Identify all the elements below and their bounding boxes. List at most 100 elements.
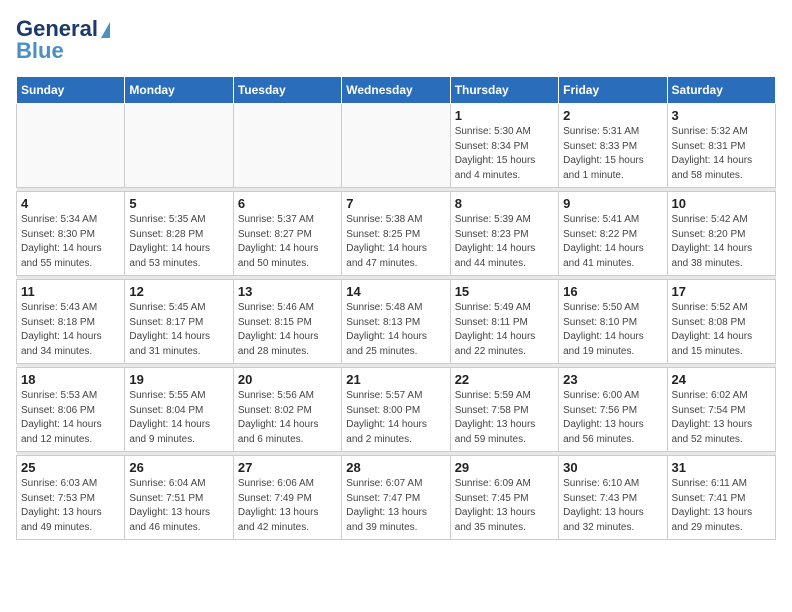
day-number: 28 (346, 460, 445, 475)
day-number: 7 (346, 196, 445, 211)
day-info: Sunrise: 5:55 AM Sunset: 8:04 PM Dayligh… (129, 389, 228, 447)
logo-triangle-icon (101, 22, 110, 38)
calendar-cell: 20 Sunrise: 5:56 AM Sunset: 8:02 PM Dayli… (233, 368, 341, 452)
day-info: Sunrise: 5:57 AM Sunset: 8:00 PM Dayligh… (346, 389, 445, 447)
day-number: 9 (563, 196, 662, 211)
calendar-cell: 26 Sunrise: 6:04 AM Sunset: 7:51 PM Dayli… (125, 456, 233, 540)
day-number: 11 (21, 284, 120, 299)
day-number: 25 (21, 460, 120, 475)
day-number: 3 (672, 108, 771, 123)
day-info: Sunrise: 5:38 AM Sunset: 8:25 PM Dayligh… (346, 213, 445, 271)
calendar-header-row: SundayMondayTuesdayWednesdayThursdayFrid… (17, 77, 776, 104)
day-info: Sunrise: 5:45 AM Sunset: 8:17 PM Dayligh… (129, 301, 228, 359)
calendar-cell: 29 Sunrise: 6:09 AM Sunset: 7:45 PM Dayli… (450, 456, 558, 540)
day-info: Sunrise: 6:04 AM Sunset: 7:51 PM Dayligh… (129, 477, 228, 535)
day-number: 18 (21, 372, 120, 387)
page-header: General Blue (16, 16, 776, 64)
calendar-cell: 28 Sunrise: 6:07 AM Sunset: 7:47 PM Dayli… (342, 456, 450, 540)
day-number: 23 (563, 372, 662, 387)
day-info: Sunrise: 5:39 AM Sunset: 8:23 PM Dayligh… (455, 213, 554, 271)
calendar-cell: 15 Sunrise: 5:49 AM Sunset: 8:11 PM Dayli… (450, 280, 558, 364)
calendar-cell (17, 104, 125, 188)
day-number: 21 (346, 372, 445, 387)
calendar-cell: 13 Sunrise: 5:46 AM Sunset: 8:15 PM Dayli… (233, 280, 341, 364)
calendar-cell: 27 Sunrise: 6:06 AM Sunset: 7:49 PM Dayli… (233, 456, 341, 540)
col-header-sunday: Sunday (17, 77, 125, 104)
logo: General Blue (16, 16, 110, 64)
day-info: Sunrise: 5:42 AM Sunset: 8:20 PM Dayligh… (672, 213, 771, 271)
calendar-cell: 31Sunrise: 6:11 AM Sunset: 7:41 PM Dayli… (667, 456, 775, 540)
day-number: 19 (129, 372, 228, 387)
day-number: 31 (672, 460, 771, 475)
day-info: Sunrise: 5:35 AM Sunset: 8:28 PM Dayligh… (129, 213, 228, 271)
day-info: Sunrise: 5:32 AM Sunset: 8:31 PM Dayligh… (672, 125, 771, 183)
day-info: Sunrise: 5:56 AM Sunset: 8:02 PM Dayligh… (238, 389, 337, 447)
day-number: 20 (238, 372, 337, 387)
day-info: Sunrise: 6:02 AM Sunset: 7:54 PM Dayligh… (672, 389, 771, 447)
day-number: 1 (455, 108, 554, 123)
calendar-cell: 1 Sunrise: 5:30 AM Sunset: 8:34 PM Daylig… (450, 104, 558, 188)
col-header-saturday: Saturday (667, 77, 775, 104)
calendar-cell: 6Sunrise: 5:37 AM Sunset: 8:27 PM Daylig… (233, 192, 341, 276)
day-info: Sunrise: 6:09 AM Sunset: 7:45 PM Dayligh… (455, 477, 554, 535)
day-number: 15 (455, 284, 554, 299)
day-info: Sunrise: 6:10 AM Sunset: 7:43 PM Dayligh… (563, 477, 662, 535)
calendar-cell: 4 Sunrise: 5:34 AM Sunset: 8:30 PM Daylig… (17, 192, 125, 276)
logo-blue: Blue (16, 38, 64, 64)
day-number: 22 (455, 372, 554, 387)
day-number: 26 (129, 460, 228, 475)
day-info: Sunrise: 5:53 AM Sunset: 8:06 PM Dayligh… (21, 389, 120, 447)
day-number: 17 (672, 284, 771, 299)
calendar-cell: 9 Sunrise: 5:41 AM Sunset: 8:22 PM Daylig… (559, 192, 667, 276)
calendar-cell: 23 Sunrise: 6:00 AM Sunset: 7:56 PM Dayli… (559, 368, 667, 452)
day-info: Sunrise: 5:41 AM Sunset: 8:22 PM Dayligh… (563, 213, 662, 271)
day-info: Sunrise: 5:31 AM Sunset: 8:33 PM Dayligh… (563, 125, 662, 183)
day-number: 10 (672, 196, 771, 211)
day-number: 16 (563, 284, 662, 299)
calendar-cell (342, 104, 450, 188)
calendar-week-3: 11 Sunrise: 5:43 AM Sunset: 8:18 PM Dayli… (17, 280, 776, 364)
col-header-monday: Monday (125, 77, 233, 104)
day-info: Sunrise: 5:49 AM Sunset: 8:11 PM Dayligh… (455, 301, 554, 359)
calendar-cell: 12 Sunrise: 5:45 AM Sunset: 8:17 PM Dayli… (125, 280, 233, 364)
calendar-cell: 14Sunrise: 5:48 AM Sunset: 8:13 PM Dayli… (342, 280, 450, 364)
calendar-cell: 19 Sunrise: 5:55 AM Sunset: 8:04 PM Dayli… (125, 368, 233, 452)
day-info: Sunrise: 5:30 AM Sunset: 8:34 PM Dayligh… (455, 125, 554, 183)
col-header-wednesday: Wednesday (342, 77, 450, 104)
calendar-week-1: 1 Sunrise: 5:30 AM Sunset: 8:34 PM Daylig… (17, 104, 776, 188)
calendar-cell: 10 Sunrise: 5:42 AM Sunset: 8:20 PM Dayli… (667, 192, 775, 276)
calendar-cell: 18 Sunrise: 5:53 AM Sunset: 8:06 PM Dayli… (17, 368, 125, 452)
calendar-table: SundayMondayTuesdayWednesdayThursdayFrid… (16, 76, 776, 540)
day-number: 13 (238, 284, 337, 299)
day-info: Sunrise: 5:59 AM Sunset: 7:58 PM Dayligh… (455, 389, 554, 447)
calendar-cell: 24Sunrise: 6:02 AM Sunset: 7:54 PM Dayli… (667, 368, 775, 452)
day-info: Sunrise: 6:06 AM Sunset: 7:49 PM Dayligh… (238, 477, 337, 535)
calendar-cell: 3 Sunrise: 5:32 AM Sunset: 8:31 PM Daylig… (667, 104, 775, 188)
calendar-week-2: 4 Sunrise: 5:34 AM Sunset: 8:30 PM Daylig… (17, 192, 776, 276)
col-header-thursday: Thursday (450, 77, 558, 104)
day-number: 2 (563, 108, 662, 123)
calendar-cell: 2 Sunrise: 5:31 AM Sunset: 8:33 PM Daylig… (559, 104, 667, 188)
day-number: 12 (129, 284, 228, 299)
day-number: 5 (129, 196, 228, 211)
calendar-cell: 8Sunrise: 5:39 AM Sunset: 8:23 PM Daylig… (450, 192, 558, 276)
day-number: 29 (455, 460, 554, 475)
calendar-week-5: 25 Sunrise: 6:03 AM Sunset: 7:53 PM Dayli… (17, 456, 776, 540)
day-info: Sunrise: 6:03 AM Sunset: 7:53 PM Dayligh… (21, 477, 120, 535)
col-header-tuesday: Tuesday (233, 77, 341, 104)
day-number: 4 (21, 196, 120, 211)
day-info: Sunrise: 6:07 AM Sunset: 7:47 PM Dayligh… (346, 477, 445, 535)
day-info: Sunrise: 5:48 AM Sunset: 8:13 PM Dayligh… (346, 301, 445, 359)
day-number: 27 (238, 460, 337, 475)
calendar-cell (125, 104, 233, 188)
day-info: Sunrise: 6:00 AM Sunset: 7:56 PM Dayligh… (563, 389, 662, 447)
day-info: Sunrise: 5:43 AM Sunset: 8:18 PM Dayligh… (21, 301, 120, 359)
day-info: Sunrise: 5:52 AM Sunset: 8:08 PM Dayligh… (672, 301, 771, 359)
calendar-cell: 16Sunrise: 5:50 AM Sunset: 8:10 PM Dayli… (559, 280, 667, 364)
calendar-cell: 30Sunrise: 6:10 AM Sunset: 7:43 PM Dayli… (559, 456, 667, 540)
col-header-friday: Friday (559, 77, 667, 104)
day-info: Sunrise: 5:46 AM Sunset: 8:15 PM Dayligh… (238, 301, 337, 359)
calendar-cell: 25 Sunrise: 6:03 AM Sunset: 7:53 PM Dayli… (17, 456, 125, 540)
day-info: Sunrise: 5:34 AM Sunset: 8:30 PM Dayligh… (21, 213, 120, 271)
day-info: Sunrise: 5:37 AM Sunset: 8:27 PM Dayligh… (238, 213, 337, 271)
